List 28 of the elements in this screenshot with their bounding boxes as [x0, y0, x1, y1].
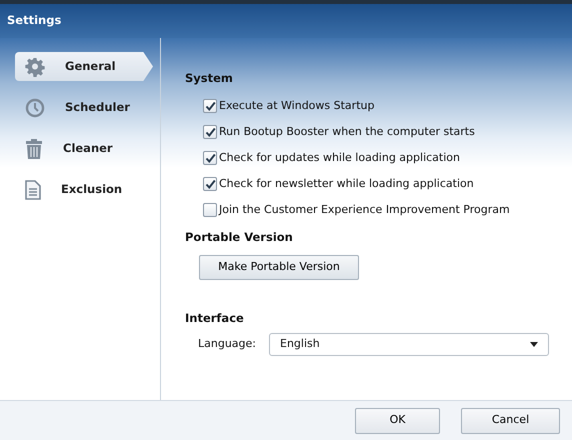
- checkbox-label: Execute at Windows Startup: [219, 98, 374, 114]
- caret-icon: [530, 342, 538, 347]
- sidebar-item[interactable]: Exclusion: [15, 175, 153, 204]
- make-portable-button[interactable]: Make Portable Version: [199, 254, 359, 280]
- window-title: Settings: [0, 0, 572, 38]
- sidebar-item[interactable]: Scheduler: [15, 93, 153, 122]
- section-heading: Portable Version: [185, 229, 294, 246]
- checkbox[interactable]: [203, 99, 217, 114]
- checkbox-label: Check for updates while loading application: [219, 150, 460, 166]
- section-heading: System: [185, 70, 234, 87]
- checkbox[interactable]: [203, 203, 217, 218]
- document-icon: [25, 180, 41, 200]
- checkbox[interactable]: [203, 125, 217, 140]
- sidebar-item[interactable]: Cleaner: [15, 134, 153, 163]
- checkbox-label: Run Bootup Booster when the computer starts: [219, 124, 475, 140]
- checkbox-label: Check for newsletter while loading application: [219, 176, 474, 192]
- field-label: Language:: [198, 336, 257, 352]
- clock-icon: [25, 98, 45, 118]
- language-dropdown[interactable]: English: [269, 332, 549, 356]
- sidebar-item[interactable]: General: [15, 52, 153, 81]
- gear-icon: [25, 56, 45, 76]
- cancel-button[interactable]: Cancel: [461, 408, 560, 434]
- checkbox-label: Join the Customer Experience Improvement Program: [219, 202, 510, 218]
- checkbox[interactable]: [203, 151, 217, 166]
- ok-button[interactable]: OK: [355, 408, 440, 434]
- section-heading: Interface: [185, 310, 245, 326]
- trash-icon: [25, 138, 43, 158]
- checkbox[interactable]: [203, 177, 217, 192]
